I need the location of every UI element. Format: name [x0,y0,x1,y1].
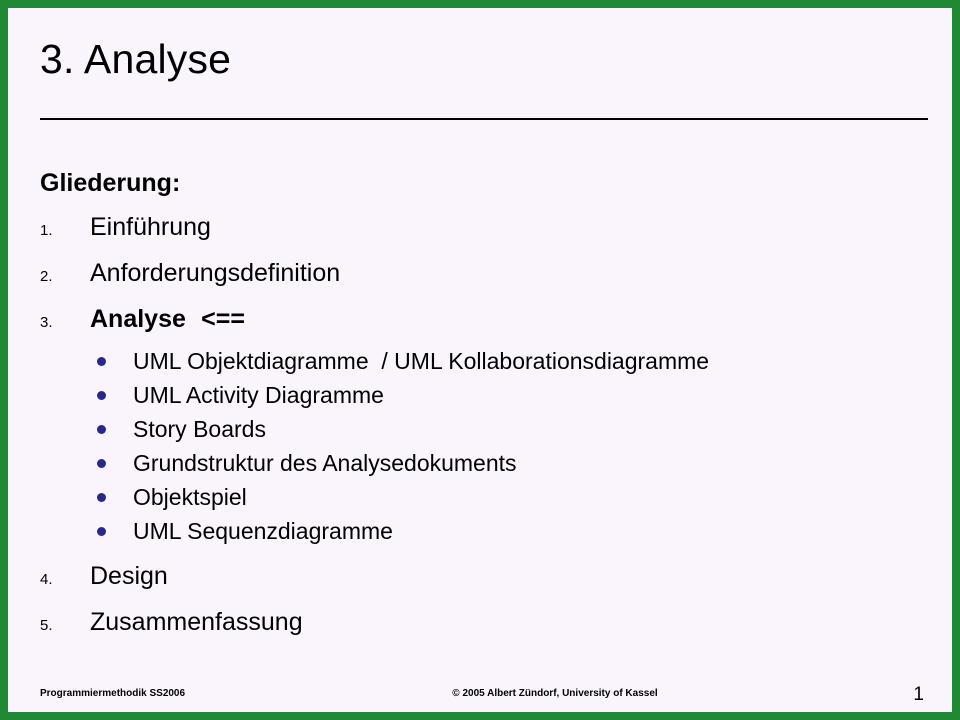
sub-item-label: Objektspiel [133,484,247,510]
sub-item-label: UML Sequenzdiagramme [133,518,393,544]
title-divider [40,118,928,120]
list-item: UML Activity Diagramme [40,378,932,412]
bullet-dot-icon [97,492,106,502]
sub-item-label: UML Objektdiagramme / UML Kollaborations… [133,348,710,374]
list-item: 5. Zusammenfassung [40,601,932,647]
list-item: 2. Anforderungsdefinition [40,252,932,298]
list-item-marker: 1. [40,222,53,239]
page-title: 3. Analyse [40,36,232,82]
list-item: UML Sequenzdiagramme [40,514,932,548]
list-item-label: Analyse <== [90,305,245,333]
slide-body: Gliederung: 1. Einführung 2. Anforderung… [40,166,932,647]
outline-heading: Gliederung: [40,169,181,197]
list-item-label: Einführung [90,213,211,241]
list-item: 1. Einführung [40,206,932,252]
slide-content-area: 3. Analyse Gliederung: 1. Einführung 2. … [8,8,952,712]
list-item: Objektspiel [40,480,932,514]
sub-item-label: Story Boards [133,416,266,442]
list-item-label: Anforderungsdefinition [90,259,341,287]
list-item-marker: 2. [40,268,53,285]
list-item: Grundstruktur des Analysedokuments [40,446,932,480]
bullet-dot-icon [97,458,106,468]
slide: 3. Analyse Gliederung: 1. Einführung 2. … [0,0,960,720]
list-item-current: 3. Analyse <== [40,298,932,344]
list-item: Story Boards [40,412,932,446]
bullet-dot-icon [97,390,106,400]
bullet-dot-icon [97,526,106,536]
list-item-marker: 4. [40,571,53,588]
list-item-marker: 3. [40,314,53,331]
bullet-dot-icon [97,424,106,434]
bullet-dot-icon [97,356,106,366]
page-number: 1 [913,684,924,705]
list-item-label: Zusammenfassung [90,608,303,636]
list-item: 4. Design [40,555,932,601]
list-item-label: Design [90,562,168,590]
footer-copyright: © 2005 Albert Zündorf, University of Kas… [452,688,658,699]
sub-item-label: UML Activity Diagramme [133,382,384,408]
list-item: UML Objektdiagramme / UML Kollaborations… [40,344,932,378]
list-item-marker: 5. [40,617,53,634]
sub-item-label: Grundstruktur des Analysedokuments [133,450,517,476]
